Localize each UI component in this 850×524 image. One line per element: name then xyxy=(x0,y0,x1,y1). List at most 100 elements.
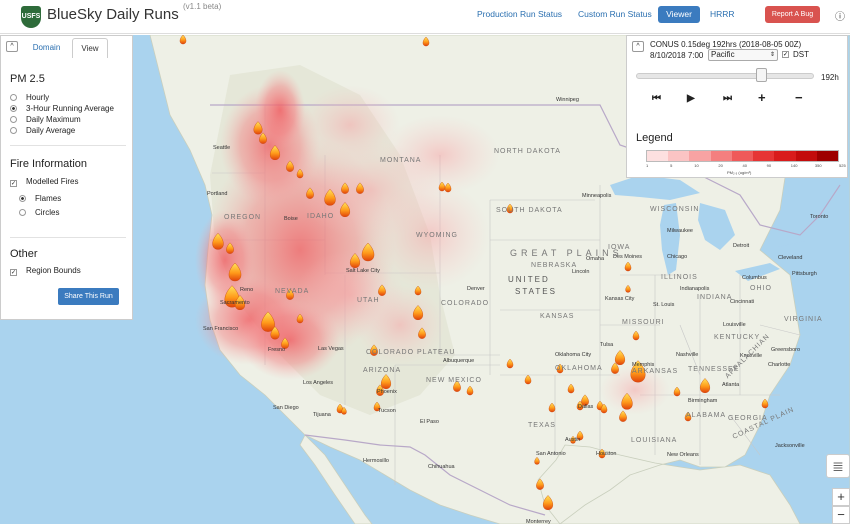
legend-swatch xyxy=(689,151,711,161)
pm25-title: PM 2.5 xyxy=(10,73,45,85)
state-label: WISCONSIN xyxy=(650,206,700,213)
city-label: Pittsburgh xyxy=(792,271,817,277)
state-label: ARKANSAS xyxy=(632,368,679,375)
country-label-states: STATES xyxy=(515,287,557,296)
nav-hrrr[interactable]: HRRR xyxy=(710,9,735,19)
nav-viewer[interactable]: Viewer xyxy=(658,6,700,23)
plus-icon[interactable]: + xyxy=(758,90,766,105)
state-label: INDIANA xyxy=(697,294,733,301)
pm25-option-daily-average[interactable]: Daily Average xyxy=(10,126,75,135)
legend-tick-label: 5 xyxy=(670,163,673,168)
legend-swatch xyxy=(710,151,732,161)
city-label: Reno xyxy=(240,287,254,293)
city-label: Cleveland xyxy=(778,255,803,261)
city-label: Indianapolis xyxy=(680,286,710,292)
legend-swatch xyxy=(668,151,690,161)
state-label: ALABAMA xyxy=(686,412,727,419)
city-label: Chicago xyxy=(667,254,688,260)
city-label: Tucson xyxy=(378,408,396,414)
city-label: Birmingham xyxy=(688,398,718,404)
city-label: Hermosillo xyxy=(363,458,389,464)
city-label: Albuquerque xyxy=(443,358,475,364)
skip-back-icon[interactable]: ⏮ xyxy=(652,93,661,104)
state-label: ILLINOIS xyxy=(661,274,698,281)
city-label: Tijuana xyxy=(313,412,331,418)
timezone-select[interactable]: Pacific ⇕ xyxy=(708,49,778,61)
time-slider[interactable] xyxy=(636,73,814,79)
legend-tick-label: 525 xyxy=(839,163,846,168)
city-label: Minneapolis xyxy=(582,193,612,199)
fire-style-flames[interactable]: Flames xyxy=(19,194,61,203)
state-label: WYOMING xyxy=(416,232,458,239)
state-label: NEW MEXICO xyxy=(426,377,482,384)
legend-swatch xyxy=(731,151,754,161)
city-label: Jacksonville xyxy=(775,443,805,449)
zoom-out-button[interactable]: − xyxy=(832,506,850,524)
share-run-button[interactable]: Share This Run xyxy=(58,288,119,305)
skip-forward-icon[interactable]: ⏭ xyxy=(723,93,732,104)
run-title: CONUS 0.15deg 192hrs (2018-08-05 00Z) xyxy=(650,40,802,49)
state-label: COLORADO PLATEAU xyxy=(366,349,456,356)
chevron-up-icon[interactable]: ^ xyxy=(632,41,644,52)
chevron-up-icon[interactable]: ^ xyxy=(6,41,18,52)
state-label: MISSOURI xyxy=(622,319,665,326)
city-label: Los Angeles xyxy=(303,380,333,386)
pm25-option-hourly[interactable]: Hourly xyxy=(10,93,49,102)
play-icon[interactable]: ▶ xyxy=(687,93,695,104)
legend-title: Legend xyxy=(636,132,673,144)
city-label: Columbus xyxy=(742,275,767,281)
nav-custom-run-status[interactable]: Custom Run Status xyxy=(578,9,652,19)
tab-domain[interactable]: Domain xyxy=(23,39,70,57)
legend-tick-label: 40 xyxy=(742,163,747,168)
city-label: St. Louis xyxy=(653,302,675,308)
state-label: OREGON xyxy=(224,214,262,221)
legend-color-bar xyxy=(646,150,839,162)
state-label: ARIZONA xyxy=(363,367,402,374)
city-label: Oklahoma City xyxy=(555,352,592,358)
legend-swatch xyxy=(647,151,669,161)
pm25-option-daily-max[interactable]: Daily Maximum xyxy=(10,115,81,124)
state-label: NEVADA xyxy=(275,288,310,295)
legend-swatch xyxy=(795,151,817,161)
top-bar: USFS BlueSky Daily Runs (v1.1 beta) Prod… xyxy=(0,0,850,34)
state-label: OKLAHOMA xyxy=(555,365,603,372)
legend-tick-label: 90 xyxy=(766,163,772,168)
layers-icon[interactable]: ≣ xyxy=(826,454,850,478)
region-bounds-checkbox[interactable]: ✓ Region Bounds xyxy=(10,266,81,276)
time-slider-handle[interactable] xyxy=(755,68,767,82)
legend-tick-label: 1 xyxy=(646,163,649,168)
state-label: TEXAS xyxy=(528,422,556,429)
minus-icon[interactable]: − xyxy=(795,90,803,105)
state-label: VIRGINIA xyxy=(784,316,823,323)
city-label: Nashville xyxy=(676,352,699,358)
city-label: Greensboro xyxy=(771,347,801,353)
city-label: Austin xyxy=(565,437,581,443)
legend-swatch xyxy=(753,151,775,161)
tab-view[interactable]: View xyxy=(72,38,108,58)
app-version: (v1.1 beta) xyxy=(183,2,222,11)
city-label: Toronto xyxy=(810,214,829,220)
city-label: Sacramento xyxy=(220,300,250,306)
legend-tick-label: 10 xyxy=(694,163,699,168)
pm25-option-3hr-average[interactable]: 3-Hour Running Average xyxy=(10,104,114,113)
modelled-fires-checkbox[interactable]: ✓ Modelled Fires xyxy=(10,177,78,187)
city-label: Louisville xyxy=(723,322,746,328)
dst-checkbox[interactable]: ✓ xyxy=(782,51,789,58)
state-label: MONTANA xyxy=(380,157,422,164)
city-label: Portland xyxy=(207,191,228,197)
city-label: Lincoln xyxy=(572,269,590,275)
other-title: Other xyxy=(10,248,38,260)
legend-swatch xyxy=(816,151,838,161)
city-label: Salt Lake City xyxy=(346,268,380,274)
state-label: OHIO xyxy=(750,285,772,292)
fire-style-circles[interactable]: Circles xyxy=(19,208,59,217)
nav-production-run-status[interactable]: Production Run Status xyxy=(477,9,562,19)
zoom-in-button[interactable]: + xyxy=(832,488,850,506)
right-panel: ^ CONUS 0.15deg 192hrs (2018-08-05 00Z) … xyxy=(626,35,848,178)
dst-label: DST xyxy=(793,50,809,59)
legend-swatch xyxy=(774,151,796,161)
city-label: Winnipeg xyxy=(556,97,579,103)
app: USFS BlueSky Daily Runs (v1.1 beta) Prod… xyxy=(0,0,850,524)
report-bug-button[interactable]: Report A Bug xyxy=(765,6,820,23)
info-icon[interactable]: ⓘ xyxy=(835,8,845,23)
